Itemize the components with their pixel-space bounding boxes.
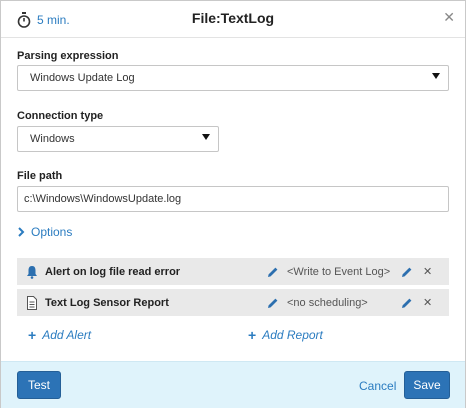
parsing-expression-label: Parsing expression xyxy=(17,50,119,62)
edit-report-schedule-pencil-icon[interactable] xyxy=(401,297,413,309)
dropdown-arrow-icon xyxy=(202,134,210,140)
options-label: Options xyxy=(31,225,73,239)
add-report-button[interactable]: + Add Report xyxy=(248,327,323,343)
cancel-button[interactable]: Cancel xyxy=(359,379,396,393)
connection-type-label: Connection type xyxy=(17,110,104,122)
edit-report-pencil-icon[interactable] xyxy=(267,297,279,309)
save-button[interactable]: Save xyxy=(404,371,450,399)
test-button[interactable]: Test xyxy=(17,371,61,399)
close-icon[interactable]: ✕ xyxy=(443,9,455,26)
report-row: Text Log Sensor Report <no scheduling> ✕ xyxy=(17,289,449,316)
plus-icon: + xyxy=(248,327,257,343)
parsing-expression-select[interactable]: Windows Update Log xyxy=(17,65,449,91)
edit-alert-action-pencil-icon[interactable] xyxy=(401,266,413,278)
report-name: Text Log Sensor Report xyxy=(45,296,169,309)
report-schedule-value: <no scheduling> xyxy=(287,296,368,309)
remove-report-icon[interactable]: ✕ xyxy=(423,296,432,309)
dialog-title: File:TextLog xyxy=(191,10,275,26)
plus-icon: + xyxy=(28,327,37,343)
remove-alert-icon[interactable]: ✕ xyxy=(423,265,432,278)
alert-name: Alert on log file read error xyxy=(45,265,181,278)
dialog-footer: Test Cancel Save xyxy=(1,361,465,408)
bell-icon xyxy=(23,265,41,279)
edit-alert-pencil-icon[interactable] xyxy=(267,266,279,278)
chevron-right-icon xyxy=(17,227,25,237)
add-alert-button[interactable]: + Add Alert xyxy=(28,327,91,343)
connection-type-value: Windows xyxy=(30,133,75,145)
alert-row: Alert on log file read error <Write to E… xyxy=(17,258,449,285)
dialog-header: 5 min. File:TextLog ✕ xyxy=(1,1,465,38)
add-report-label: Add Report xyxy=(262,328,323,342)
file-path-input[interactable] xyxy=(17,186,449,212)
file-path-label: File path xyxy=(17,170,63,182)
connection-type-select[interactable]: Windows xyxy=(17,126,219,152)
alert-action-value: <Write to Event Log> xyxy=(287,265,391,278)
textlog-dialog: 5 min. File:TextLog ✕ Parsing expression… xyxy=(0,0,466,408)
options-toggle[interactable]: Options xyxy=(17,225,72,239)
dropdown-arrow-icon xyxy=(432,73,440,79)
parsing-expression-value: Windows Update Log xyxy=(30,72,135,84)
document-icon xyxy=(23,295,41,310)
add-alert-label: Add Alert xyxy=(42,328,92,342)
